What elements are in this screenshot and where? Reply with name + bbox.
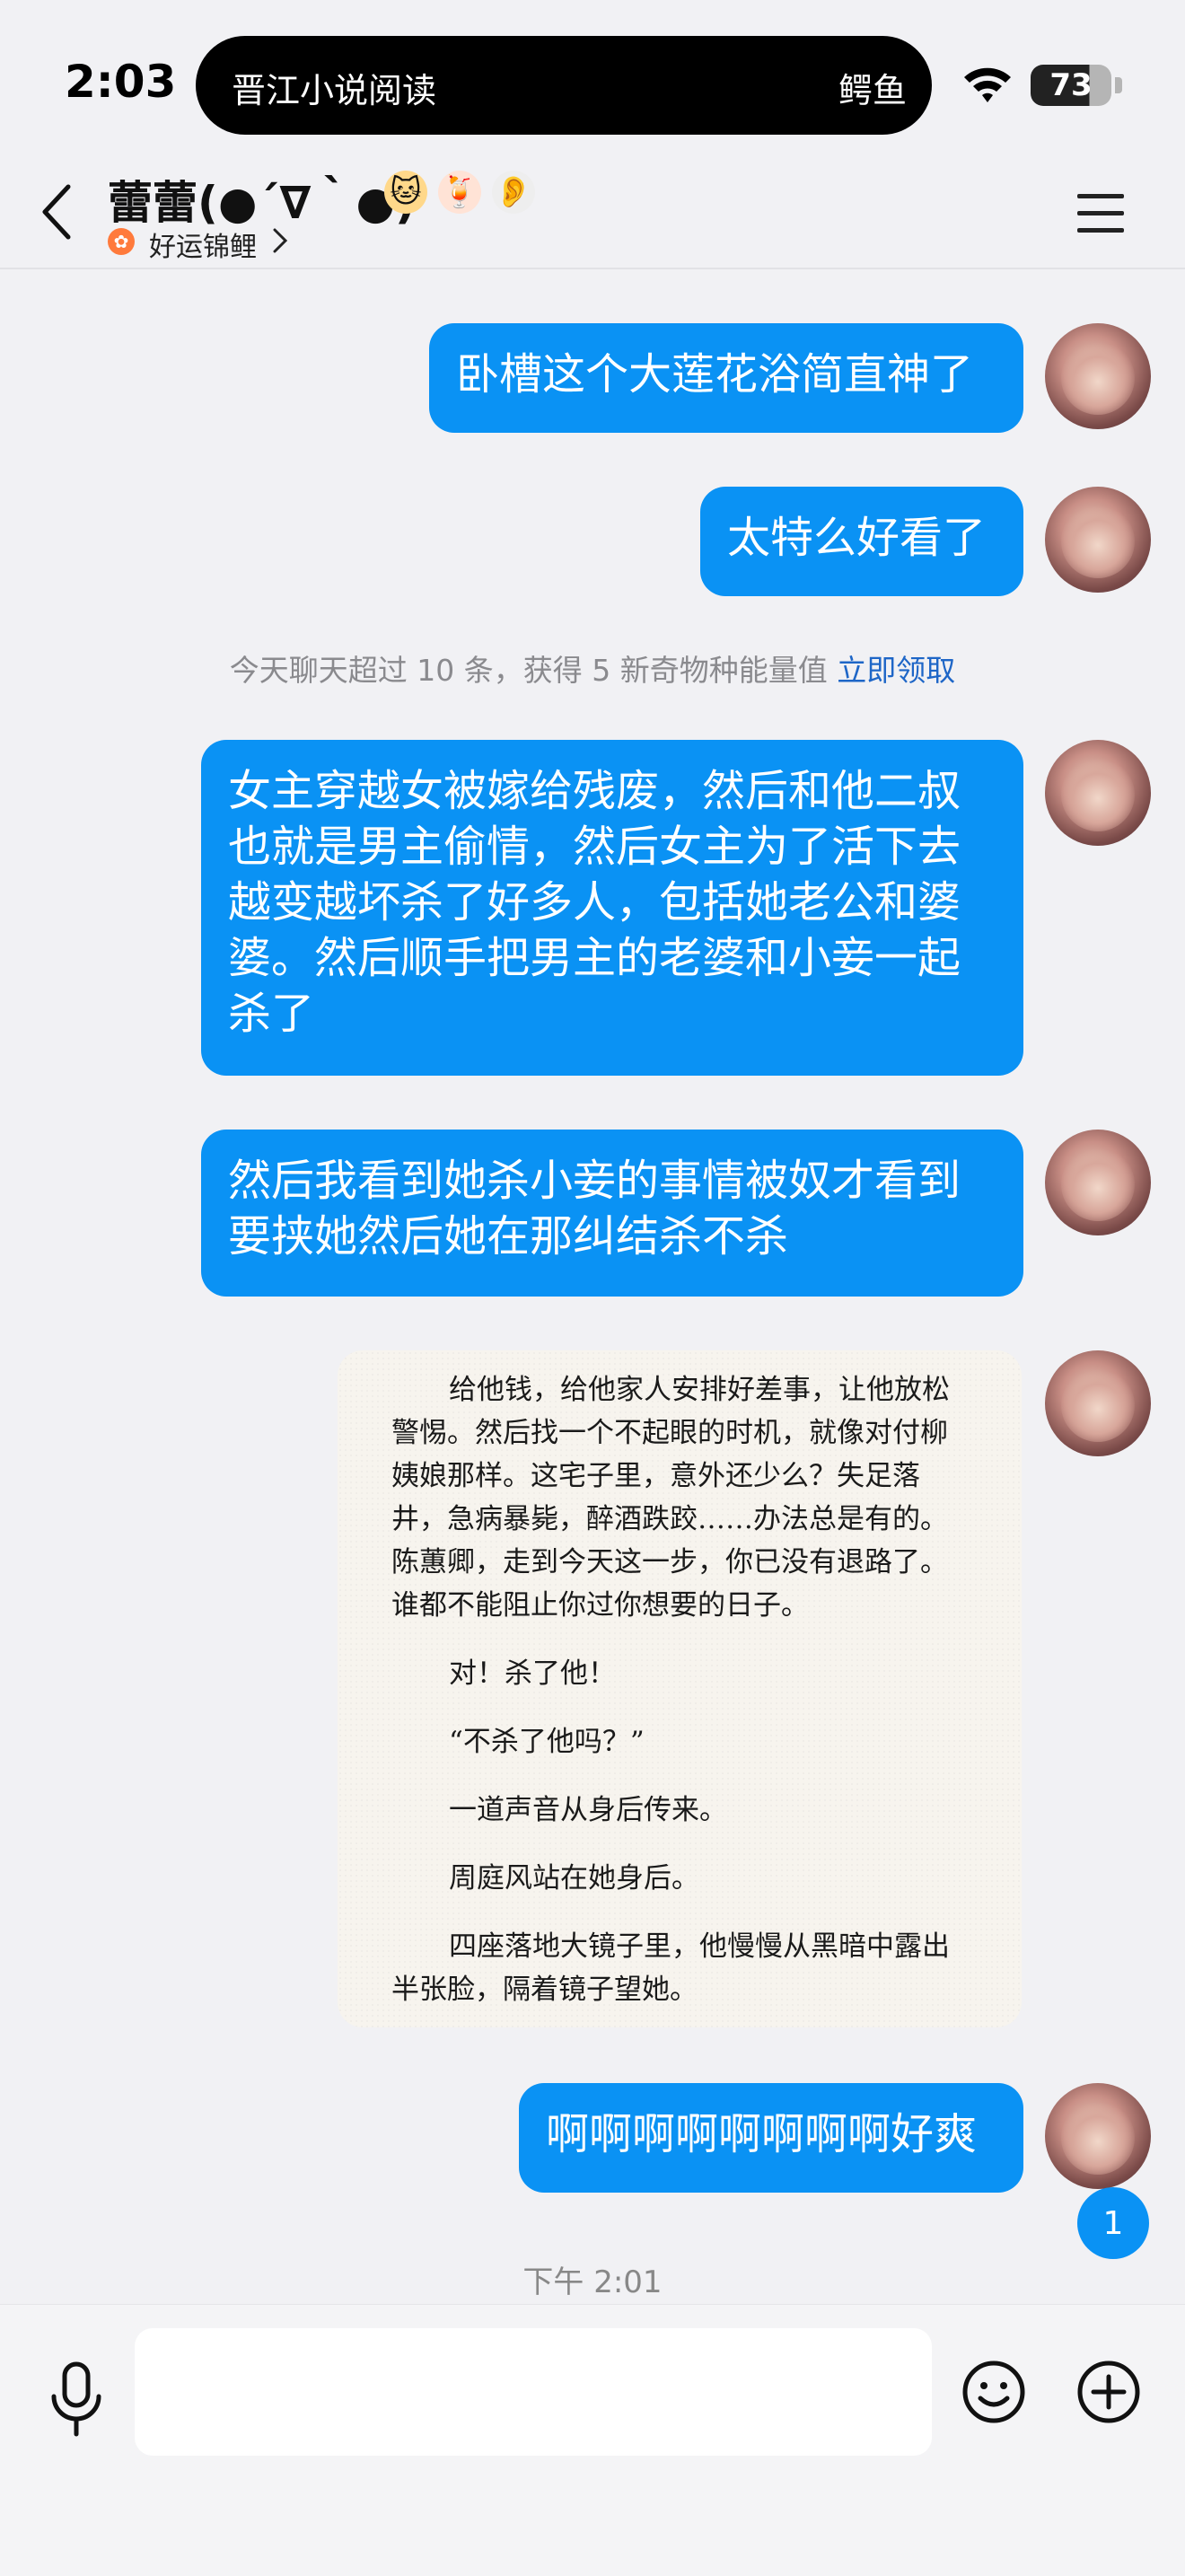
cat-badge-icon[interactable]: 🐱 [384, 171, 427, 214]
status-time: 2:03 [65, 56, 177, 108]
user-avatar[interactable] [1045, 487, 1151, 593]
novel-screenshot-image[interactable]: 给他钱，给他家人安排好差事，让他放松警惕。然后找一个不起眼的时机，就像对付柳姨娘… [338, 1350, 1022, 2027]
battery-tip [1115, 77, 1122, 93]
message-bubble[interactable]: 卧槽这个大莲花浴简直神了 [429, 323, 1023, 433]
excerpt-paragraph: “不杀了他吗？” [449, 1726, 645, 1758]
message-line: 杀了 [228, 989, 315, 1039]
input-bar [0, 2304, 1185, 2576]
message-line: 要挟她然后她在那纠结杀不杀 [228, 1211, 789, 1262]
unread-count-badge[interactable]: 1 [1077, 2187, 1149, 2259]
message-bubble[interactable]: 太特么好看了 [700, 487, 1023, 596]
drink-badge-icon[interactable]: 🍹 [438, 171, 481, 214]
wifi-icon [964, 67, 1011, 102]
message-timestamp: 下午 2:01 [522, 2264, 663, 2300]
plus-icon[interactable] [1075, 2359, 1142, 2425]
message-bubble[interactable]: 啊啊啊啊啊啊啊啊好爽 [519, 2083, 1023, 2193]
island-app-name: 晋江小说阅读 [232, 71, 437, 110]
message-bubble[interactable]: 女主穿越女被嫁给残废，然后和他二叔 也就是男主偷情，然后女主为了活下去 越变越坏… [201, 740, 1023, 1076]
back-arrow-icon[interactable] [36, 180, 81, 244]
message-line: 也就是男主偷情，然后女主为了活下去 [228, 822, 961, 872]
message-input[interactable] [135, 2328, 932, 2456]
excerpt-paragraph: 一道声音从身后传来。 [449, 1794, 727, 1826]
koi-icon: ✿ [108, 228, 135, 255]
user-avatar[interactable] [1045, 323, 1151, 429]
message-line: 婆。然后顺手把男主的老婆和小妾一起 [228, 933, 961, 983]
system-notice: 今天聊天超过 10 条，获得 5 新奇物种能量值 立即领取 [0, 646, 1185, 690]
battery-level: 73 [1049, 67, 1093, 103]
island-source-label: 鳄鱼 [838, 71, 907, 110]
chat-header: 蕾蕾(●´∇｀●) 🐱 🍹 👂 ✿ 好运锦鲤 [0, 162, 1185, 269]
excerpt-paragraph: 对！杀了他！ [449, 1657, 616, 1690]
contact-name[interactable]: 蕾蕾(●´∇｀●) [108, 167, 416, 232]
user-avatar[interactable] [1045, 2083, 1151, 2189]
excerpt-paragraph: 四座落地大镜子里，他慢慢从黑暗中露出半张脸，隔着镜子望她。 [391, 1930, 950, 2006]
message-line: 然后我看到她杀小妾的事情被奴才看到 [228, 1156, 961, 1206]
ear-badge-icon[interactable]: 👂 [492, 171, 535, 214]
message-bubble[interactable]: 然后我看到她杀小妾的事情被奴才看到 要挟她然后她在那纠结杀不杀 [201, 1130, 1023, 1297]
excerpt-paragraph: 周庭风站在她身后。 [449, 1862, 699, 1895]
user-avatar[interactable] [1045, 740, 1151, 846]
microphone-icon[interactable] [45, 2359, 108, 2440]
dynamic-island[interactable]: 晋江小说阅读 鳄鱼 [196, 36, 932, 135]
message-line: 女主穿越女被嫁给残废，然后和他二叔 [228, 766, 961, 816]
user-avatar[interactable] [1045, 1350, 1151, 1456]
status-bar: 2:03 晋江小说阅读 鳄鱼 73 [0, 0, 1185, 162]
excerpt-paragraph: 给他钱，给他家人安排好差事，让他放松警惕。然后找一个不起眼的时机，就像对付柳姨娘… [391, 1374, 950, 1622]
system-notice-text: 今天聊天超过 10 条，获得 5 新奇物种能量值 [229, 653, 828, 688]
menu-icon[interactable] [1074, 189, 1128, 239]
message-text: 太特么好看了 [727, 513, 987, 563]
contact-subtitle[interactable]: 好运锦鲤 [149, 224, 257, 264]
claim-reward-link[interactable]: 立即领取 [837, 653, 955, 688]
message-text: 啊啊啊啊啊啊啊啊好爽 [546, 2109, 978, 2159]
emoji-icon[interactable] [961, 2359, 1027, 2425]
chevron-right-icon[interactable] [269, 226, 291, 255]
user-avatar[interactable] [1045, 1130, 1151, 1235]
message-text: 卧槽这个大莲花浴简直神了 [456, 349, 974, 400]
message-line: 越变越坏杀了好多人，包括她老公和婆 [228, 877, 961, 928]
